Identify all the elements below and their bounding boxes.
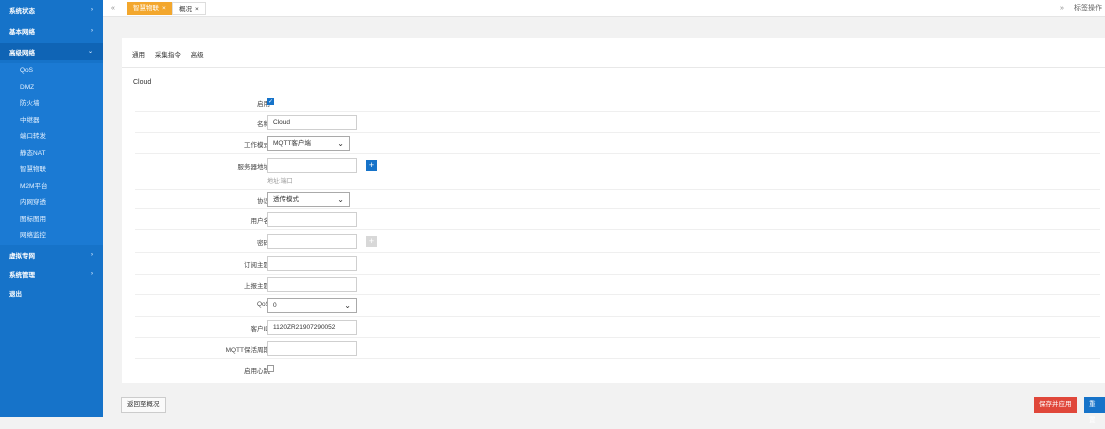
sidebar-sub-smart-iot[interactable]: 智慧物联	[0, 162, 103, 179]
show-password-button[interactable]: +	[366, 236, 377, 247]
sidebar-item-system-status[interactable]: 系统状态 ›	[0, 1, 103, 18]
tab-overview[interactable]: 概况 ×	[172, 2, 206, 15]
section-title: Cloud	[133, 79, 152, 86]
form-row-publish: 上报主题	[135, 275, 1100, 295]
client-id-input[interactable]: 1120ZR21907290052	[267, 320, 357, 335]
chevron-right-icon: ›	[91, 27, 93, 34]
sidebar-item-logout[interactable]: 退出	[0, 285, 103, 302]
sidebar-item-label: 系统状态	[9, 7, 35, 15]
sidebar-item-label: 高级网络	[9, 49, 35, 57]
form-row-qos: QoS 0 ⌄	[135, 295, 1100, 317]
sidebar-sub-icon-use[interactable]: 图标图用	[0, 211, 103, 228]
scroll-left-icon[interactable]: «	[111, 0, 115, 17]
mode-select-value: MQTT客户端	[273, 140, 311, 147]
tab-smart-iot[interactable]: 智慧物联 ×	[127, 2, 172, 15]
keepalive-input[interactable]	[267, 341, 357, 356]
name-input[interactable]: Cloud	[267, 115, 357, 130]
content-panel: 通用 采集指令 高级 Cloud 启用 ✓ 名称 Cloud 工作模式 MQTT…	[122, 38, 1105, 383]
form-row-protocol: 协议 透传模式 ⌄	[135, 190, 1100, 209]
password-input[interactable]	[267, 234, 357, 249]
subscribe-input[interactable]	[267, 256, 357, 271]
mode-select[interactable]: MQTT客户端 ⌄	[267, 136, 350, 151]
sidebar-item-advanced-network[interactable]: 高级网络 ⌄	[0, 43, 103, 60]
sidebar-item-vpn[interactable]: 虚拟专网 ›	[0, 247, 103, 264]
chevron-down-icon: ⌄	[337, 195, 344, 204]
form-row-heartbeat: 启用心跳	[135, 359, 1100, 379]
sidebar-sub-repeater[interactable]: 中继器	[0, 112, 103, 129]
keepalive-label: MQTT保活周期	[225, 347, 270, 354]
form-row-enable: 启用 ✓	[135, 92, 1100, 112]
form-row-server: 服务器地址 + 地址:端口	[135, 154, 1100, 190]
close-icon[interactable]: ×	[162, 5, 166, 12]
protocol-select-value: 透传模式	[273, 196, 299, 203]
sidebar-sub-intranet[interactable]: 内网穿透	[0, 195, 103, 212]
tab-actions[interactable]: 标签操作	[1074, 0, 1102, 17]
subtab-general[interactable]: 通用	[132, 52, 145, 59]
protocol-select[interactable]: 透传模式 ⌄	[267, 192, 350, 207]
publish-input[interactable]	[267, 277, 357, 292]
chevron-right-icon: ›	[91, 6, 93, 13]
subtab-collect[interactable]: 采集指令	[155, 52, 181, 59]
sidebar-item-label: 虚拟专网	[9, 253, 35, 260]
sidebar-sub-firewall[interactable]: 防火墙	[0, 96, 103, 113]
sidebar-sub-port-forward[interactable]: 端口转发	[0, 129, 103, 146]
chevron-down-icon: ⌄	[337, 139, 344, 148]
subtab-advanced[interactable]: 高级	[191, 52, 204, 59]
sidebar-sub-dmz[interactable]: DMZ	[0, 79, 103, 96]
qos-select-value: 0	[273, 302, 277, 309]
add-server-button[interactable]: +	[366, 160, 377, 171]
reset-button[interactable]: 重置	[1084, 397, 1105, 424]
scroll-right-icon[interactable]: »	[1060, 0, 1064, 17]
form-row-username: 用户名	[135, 209, 1100, 230]
sub-tabs: 通用 采集指令 高级	[132, 49, 212, 59]
chevron-right-icon: ›	[91, 271, 93, 277]
chevron-down-icon: ⌄	[344, 301, 351, 310]
tab-label: 智慧物联	[133, 5, 159, 12]
form-row-subscribe: 订阅主题	[135, 253, 1100, 275]
server-hint: 地址:端口	[267, 179, 293, 185]
back-to-overview-button[interactable]: 返回至概况	[121, 397, 166, 413]
tab-bar: « 智慧物联 × 概况 × » 标签操作	[103, 0, 1105, 17]
form-row-mode: 工作模式 MQTT客户端 ⌄	[135, 133, 1100, 154]
qos-select[interactable]: 0 ⌄	[267, 298, 357, 313]
form-row-client-id: 客户ID 1120ZR21907290052	[135, 317, 1100, 338]
sidebar-item-label: 退出	[9, 291, 22, 298]
sidebar-item-system-manage[interactable]: 系统管理 ›	[0, 266, 103, 283]
sidebar-item-label: 系统管理	[9, 272, 35, 279]
sidebar-item-label: 基本网络	[9, 28, 35, 36]
form-row-name: 名称 Cloud	[135, 112, 1100, 133]
heartbeat-checkbox[interactable]	[267, 365, 274, 372]
chevron-right-icon: ›	[91, 252, 93, 258]
form-row-keepalive: MQTT保活周期	[135, 338, 1100, 359]
chevron-down-icon: ⌄	[87, 49, 93, 55]
form-row-password: 密码 +	[135, 230, 1100, 253]
server-label: 服务器地址	[237, 164, 271, 171]
footer-bar: 返回至概况 保存并应用 重置	[103, 391, 1105, 424]
sidebar-sub-m2m[interactable]: M2M平台	[0, 178, 103, 195]
sidebar: 系统状态 › 基本网络 › 高级网络 ⌄ QoS DMZ 防火墙 中继器 端口转…	[0, 0, 103, 417]
sidebar-sub-qos[interactable]: QoS	[0, 63, 103, 80]
server-input[interactable]	[267, 158, 357, 173]
sidebar-item-basic-network[interactable]: 基本网络 ›	[0, 22, 103, 39]
enable-checkbox[interactable]: ✓	[267, 98, 274, 105]
tab-label: 概况	[179, 6, 192, 13]
username-input[interactable]	[267, 212, 357, 227]
close-icon[interactable]: ×	[195, 6, 199, 13]
sidebar-sub-monitor[interactable]: 网络监控	[0, 228, 103, 245]
divider	[122, 67, 1105, 68]
save-apply-button[interactable]: 保存并应用	[1034, 397, 1077, 413]
sidebar-sub-static-nat[interactable]: 静态NAT	[0, 145, 103, 162]
